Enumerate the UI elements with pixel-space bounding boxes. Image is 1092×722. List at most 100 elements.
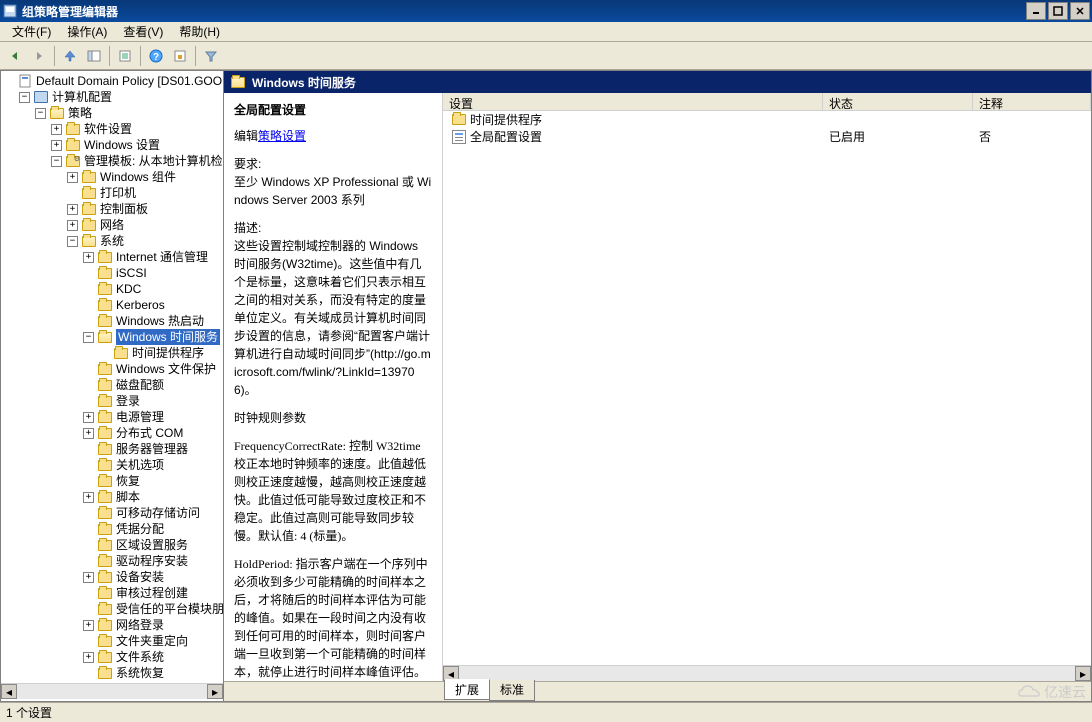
tree-node-internet_comm[interactable]: +Internet 通信管理	[3, 249, 223, 265]
tree-node-win_hotstart[interactable]: Windows 热启动	[3, 313, 223, 329]
tree-node-win_file_protect[interactable]: Windows 文件保护	[3, 361, 223, 377]
list-h-scrollbar[interactable]: ◂▸	[443, 665, 1091, 681]
expander-icon[interactable]: −	[67, 236, 78, 247]
menu-view[interactable]: 查看(V)	[115, 21, 171, 42]
tree-node-label: 电源管理	[116, 409, 164, 425]
tree-node-shutdown_options[interactable]: 关机选项	[3, 457, 223, 473]
tree-node-network[interactable]: +网络	[3, 217, 223, 233]
expander-icon[interactable]: −	[35, 108, 46, 119]
tree-node-iscsi[interactable]: iSCSI	[3, 265, 223, 281]
tree-node-folder_redirect[interactable]: 文件夹重定向	[3, 633, 223, 649]
expander-icon[interactable]: +	[83, 652, 94, 663]
menu-file[interactable]: 文件(F)	[4, 21, 59, 42]
folder-icon	[97, 506, 113, 520]
tree-node-device_install[interactable]: +设备安装	[3, 569, 223, 585]
edit-policy-link[interactable]: 策略设置	[258, 129, 306, 143]
tree-node-time_providers[interactable]: 时间提供程序	[3, 345, 223, 361]
close-button[interactable]	[1070, 2, 1090, 20]
tree-h-scrollbar[interactable]: ◂▸	[1, 683, 223, 699]
expander-icon	[83, 364, 94, 375]
expander-icon[interactable]: +	[51, 140, 62, 151]
tree-node-software[interactable]: +软件设置	[3, 121, 223, 137]
tree-node-system_restore[interactable]: 系统恢复	[3, 665, 223, 681]
tree-node-label: 凭据分配	[116, 521, 164, 537]
expander-icon[interactable]: +	[51, 124, 62, 135]
folder-icon	[97, 394, 113, 408]
folder-icon	[81, 202, 97, 216]
tree-node-win_components[interactable]: +Windows 组件	[3, 169, 223, 185]
expander-icon[interactable]: +	[67, 220, 78, 231]
list-row[interactable]: 全局配置设置已启用否	[443, 128, 1091, 145]
expander-icon[interactable]: +	[83, 572, 94, 583]
show-hide-tree-button[interactable]	[83, 45, 105, 67]
expander-icon	[83, 300, 94, 311]
tree-node-admin_templates[interactable]: −管理模板: 从本地计算机检	[3, 153, 223, 169]
expander-icon[interactable]: +	[83, 492, 94, 503]
tree-node-power_mgmt[interactable]: + 电源管理	[3, 409, 223, 425]
tree-pane[interactable]: Default Domain Policy [DS01.GOODC−计算机配置−…	[0, 70, 224, 702]
expander-icon	[83, 396, 94, 407]
tree-node-locale_services[interactable]: 区域设置服务	[3, 537, 223, 553]
expander-icon[interactable]: +	[83, 252, 94, 263]
tree-node-computer[interactable]: −计算机配置	[3, 89, 223, 105]
tree-node-win_time[interactable]: −Windows 时间服务	[3, 329, 223, 345]
forward-button[interactable]	[28, 45, 50, 67]
tree-node-server_manager[interactable]: 服务器管理器	[3, 441, 223, 457]
tree-node-logon[interactable]: 登录	[3, 393, 223, 409]
tree-node-label: 可移动存储访问	[116, 505, 200, 521]
expander-icon[interactable]: −	[83, 332, 94, 343]
tree-node-dcom[interactable]: +分布式 COM	[3, 425, 223, 441]
expander-icon[interactable]: +	[67, 204, 78, 215]
list-row[interactable]: 时间提供程序	[443, 111, 1091, 128]
options-button[interactable]	[169, 45, 191, 67]
tab-extended[interactable]: 扩展	[444, 679, 490, 700]
tree-node-system[interactable]: − 系统	[3, 233, 223, 249]
folder-icon	[97, 282, 113, 296]
tree-node-control_panel[interactable]: + 控制面板	[3, 201, 223, 217]
tree-node-scripts[interactable]: +脚本	[3, 489, 223, 505]
tree-node-label: 控制面板	[100, 201, 148, 217]
expander-icon[interactable]: +	[83, 620, 94, 631]
tree-node-process_audit[interactable]: 审核过程创建	[3, 585, 223, 601]
maximize-button[interactable]	[1048, 2, 1068, 20]
tree-node-removable_storage[interactable]: 可移动存储访问	[3, 505, 223, 521]
back-button[interactable]	[4, 45, 26, 67]
menu-action[interactable]: 操作(A)	[59, 21, 115, 42]
tree-node-driver_install[interactable]: 驱动程序安装	[3, 553, 223, 569]
toolbar-separator	[54, 46, 55, 66]
status-text: 1 个设置	[6, 704, 52, 721]
col-comment[interactable]: 注释	[973, 93, 1091, 110]
tab-standard[interactable]: 标准	[489, 680, 535, 701]
tree-node-recovery[interactable]: 恢复	[3, 473, 223, 489]
tree-node-windows_settings[interactable]: +Windows 设置	[3, 137, 223, 153]
tree-node-kerberos[interactable]: Kerberos	[3, 297, 223, 313]
up-button[interactable]	[59, 45, 81, 67]
expander-icon[interactable]: +	[83, 428, 94, 439]
tree-node-root[interactable]: Default Domain Policy [DS01.GOODC	[3, 73, 223, 89]
expander-icon[interactable]: −	[51, 156, 62, 167]
menu-help[interactable]: 帮助(H)	[171, 21, 228, 42]
properties-button[interactable]	[114, 45, 136, 67]
tree-node-label: 系统	[100, 233, 124, 249]
col-setting[interactable]: 设置	[443, 93, 823, 110]
tree-node-net_logon[interactable]: +网络登录	[3, 617, 223, 633]
tree-node-policy[interactable]: −策略	[3, 105, 223, 121]
folder-icon	[97, 362, 113, 376]
folder-icon	[97, 378, 113, 392]
toolbar: ?	[0, 42, 1092, 70]
tree-node-disk_quota[interactable]: 磁盘配额	[3, 377, 223, 393]
tree-node-credential_delegation[interactable]: 凭据分配	[3, 521, 223, 537]
minimize-button[interactable]	[1026, 2, 1046, 20]
expander-icon[interactable]: −	[19, 92, 30, 103]
expander-icon[interactable]: +	[67, 172, 78, 183]
app-icon	[2, 3, 18, 19]
help-button[interactable]: ?	[145, 45, 167, 67]
col-state[interactable]: 状态	[823, 93, 973, 110]
tree-node-kdc[interactable]: KDC	[3, 281, 223, 297]
tree-node-trusted_platform[interactable]: 受信任的平台模块朋	[3, 601, 223, 617]
tree-node-printers[interactable]: 打印机	[3, 185, 223, 201]
content-tabs: 扩展 标准	[224, 681, 1091, 701]
filter-button[interactable]	[200, 45, 222, 67]
tree-node-file_system[interactable]: +文件系统	[3, 649, 223, 665]
expander-icon[interactable]: +	[83, 412, 94, 423]
